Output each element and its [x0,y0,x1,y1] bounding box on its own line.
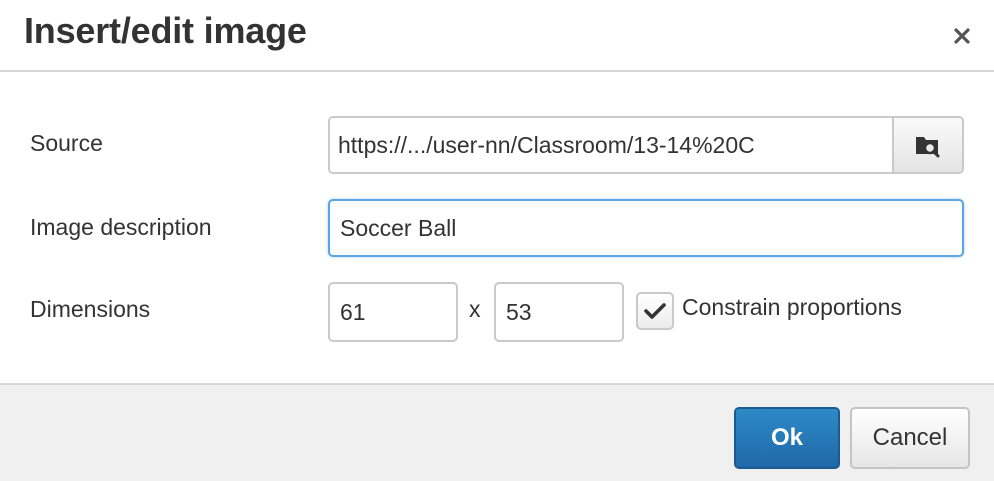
source-input[interactable]: https://.../user-nn/Classroom/13-14%20C [330,118,892,172]
description-input[interactable]: Soccer Ball [328,199,964,257]
checkmark-icon [644,303,666,319]
dialog-header: Insert/edit image [0,0,994,72]
close-button[interactable] [944,18,980,54]
dimensions-label: Dimensions [30,296,151,322]
constrain-proportions-checkbox[interactable] [636,292,674,330]
source-field-group: https://.../user-nn/Classroom/13-14%20C [328,116,964,174]
dimensions-separator: x [469,296,481,322]
cancel-button[interactable]: Cancel [850,407,970,469]
browse-button[interactable] [892,118,962,172]
constrain-proportions-label[interactable]: Constrain proportions [682,294,902,321]
ok-button[interactable]: Ok [734,407,840,469]
description-label: Image description [30,214,212,240]
height-input[interactable]: 53 [494,282,624,342]
close-icon [954,28,970,44]
folder-search-icon [916,137,940,158]
width-input[interactable]: 61 [328,282,458,342]
dialog-title: Insert/edit image [24,10,307,51]
source-label: Source [30,130,103,156]
dialog-footer [0,383,994,481]
insert-image-dialog: Insert/edit image Source https://.../use… [0,0,994,481]
